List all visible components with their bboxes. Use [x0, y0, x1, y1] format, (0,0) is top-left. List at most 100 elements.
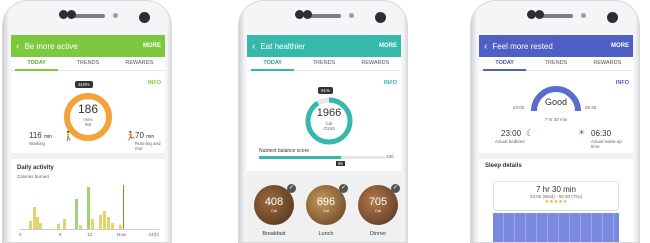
lunch-card[interactable]: 696 Cal ✓ — [306, 184, 348, 225]
moon-icon: ☾ — [526, 128, 535, 138]
section-subtitle: Calories burned — [17, 174, 49, 179]
dinner-card[interactable]: 705 Cal ✓ — [358, 184, 400, 225]
axis-tick: 0 — [19, 232, 22, 237]
section-divider — [11, 153, 165, 159]
meal-unit: Cal — [374, 208, 381, 213]
tab-trends[interactable]: TRENDS — [298, 57, 349, 70]
meal-value: 696 — [316, 196, 336, 208]
axis-tick: Now — [117, 232, 127, 237]
sleep-detail-card[interactable]: 7 hr 30 min 23:00 (Wed) - 06:30 (Thu) ★★… — [493, 181, 619, 211]
front-camera — [607, 12, 618, 23]
tab-bar: TODAY TRENDS REWARDS — [11, 57, 165, 71]
check-icon: ✓ — [287, 184, 296, 193]
nutrient-value: 65 — [335, 161, 345, 166]
sleep-quality: Good — [544, 97, 568, 107]
meal-unit: Cal — [322, 208, 329, 213]
lunch-label: Lunch — [318, 231, 334, 237]
running-value: 91%70 min — [135, 131, 154, 140]
sleep-chart — [493, 213, 619, 242]
nutrient-bar — [259, 156, 385, 159]
ring-badge: 91% — [318, 87, 334, 94]
ring-sub: /2150 — [323, 126, 335, 131]
ring-sub: /60 — [84, 122, 92, 127]
wakeup-label: Actual wake-up time — [591, 139, 622, 149]
nutrient-max: 100 — [386, 154, 394, 159]
phone-eat: ‹ Eat healthier MORE TODAY TRENDS REWARD… — [238, 0, 408, 243]
tab-trends[interactable]: TRENDS — [62, 57, 113, 70]
screen: ‹ Feel more rested MORE TODAY TRENDS REW… — [479, 35, 633, 242]
tab-bar: TODAY TRENDS REWARDS — [247, 57, 401, 71]
camera-dot — [535, 10, 544, 19]
breakfast-label: Breakfast — [262, 231, 286, 237]
back-icon[interactable]: ‹ — [484, 41, 487, 52]
axis-tick: 6 — [59, 232, 62, 237]
back-icon[interactable]: ‹ — [16, 41, 19, 52]
back-icon[interactable]: ‹ — [252, 41, 255, 52]
sensor — [581, 13, 586, 18]
front-camera — [139, 12, 150, 23]
meal-value: 705 — [368, 196, 388, 208]
walking-icon: 🚶 — [63, 131, 75, 141]
phone-rest: ‹ Feel more rested MORE TODAY TRENDS REW… — [470, 0, 640, 243]
walking-value: 116 min — [29, 131, 52, 140]
camera-dot — [67, 10, 76, 19]
meal-unit: Cal — [270, 208, 277, 213]
axis-tick: 12 — [87, 232, 93, 237]
info-button[interactable]: INFO — [384, 80, 397, 86]
page-title: Eat healthier — [260, 41, 306, 51]
phone-active: ‹ Be more active MORE TODAY TRENDS REWAR… — [2, 0, 172, 243]
wakeup-value: 06:30 — [591, 129, 612, 138]
speaker — [307, 14, 341, 18]
ring-value: 1966 — [316, 107, 342, 119]
ring-value: 186 — [77, 102, 99, 116]
tab-bar: TODAY TRENDS REWARDS — [479, 57, 633, 71]
detail-duration: 7 hr 30 min — [535, 185, 577, 194]
speaker — [71, 14, 105, 18]
walking-number: 116 — [29, 131, 42, 140]
app-bar: ‹ Be more active MORE — [11, 35, 165, 57]
rating-stars: ★★★★★ — [544, 199, 568, 205]
more-button[interactable]: MORE — [611, 43, 629, 49]
more-button[interactable]: MORE — [143, 43, 161, 49]
running-number: 70 — [135, 131, 144, 140]
speaker — [539, 14, 573, 18]
nutrient-bar-fill — [259, 156, 341, 159]
axis-tick: 24(h) — [148, 232, 159, 237]
activity-x-axis: 0 6 12 Now 24(h) — [19, 232, 159, 240]
tab-trends[interactable]: TRENDS — [530, 57, 581, 70]
section-divider — [479, 153, 633, 159]
dinner-label: Dinner — [369, 231, 387, 237]
sunrise-icon: ☀ — [578, 128, 586, 137]
info-button[interactable]: INFO — [616, 80, 629, 86]
screen: ‹ Be more active MORE TODAY TRENDS REWAR… — [11, 35, 165, 242]
sensor — [113, 13, 118, 18]
section-title: Sleep details — [485, 163, 522, 169]
front-camera — [375, 12, 386, 23]
running-label: Running and mor — [135, 141, 161, 151]
ring-badge: 310% — [75, 81, 93, 88]
tab-today[interactable]: TODAY — [247, 57, 298, 71]
tab-rewards[interactable]: REWARDS — [350, 57, 401, 70]
bedtime-label: Actual bedtime — [495, 139, 525, 144]
walking-unit: min — [44, 134, 53, 140]
section-title: Daily activity — [17, 165, 54, 171]
tab-rewards[interactable]: REWARDS — [114, 57, 165, 70]
app-bar: ‹ Feel more rested MORE — [479, 35, 633, 57]
info-button[interactable]: INFO — [148, 80, 161, 86]
check-icon: ✓ — [339, 184, 348, 193]
page-title: Be more active — [24, 41, 78, 51]
sensor — [349, 13, 354, 18]
breakfast-card[interactable]: 408 Cal ✓ — [254, 184, 296, 225]
more-button[interactable]: MORE — [379, 43, 397, 49]
activity-chart — [19, 185, 159, 230]
page-title: Feel more rested — [492, 41, 553, 51]
meal-value: 408 — [264, 196, 284, 208]
nutrient-label: Nutrient balance score — [259, 148, 310, 154]
screen: ‹ Eat healthier MORE TODAY TRENDS REWARD… — [247, 35, 401, 242]
tab-today[interactable]: TODAY — [11, 57, 62, 71]
tab-today[interactable]: TODAY — [479, 57, 530, 71]
tab-rewards[interactable]: REWARDS — [582, 57, 633, 70]
gauge-duration: 7 hr 30 min — [544, 117, 568, 122]
camera-dot — [303, 10, 312, 19]
bedtime-value: 23:00 — [501, 129, 522, 138]
